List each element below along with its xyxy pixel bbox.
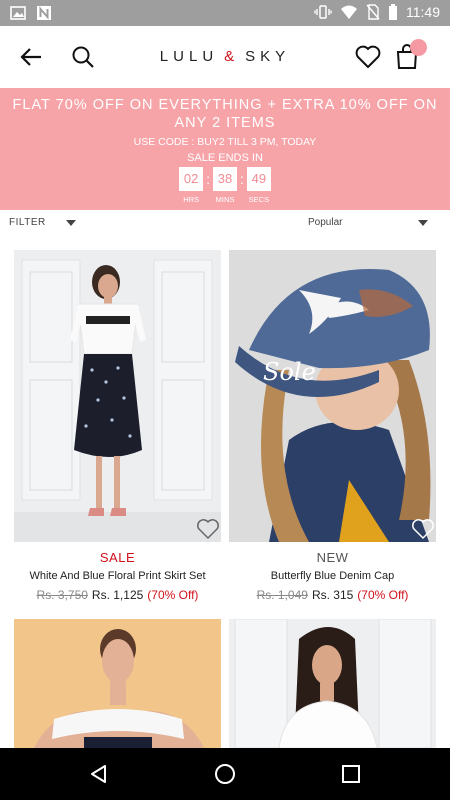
add-to-wishlist-heart-icon[interactable] (196, 518, 220, 540)
vibrate-icon (314, 4, 332, 20)
filter-button[interactable]: FILTER (9, 217, 46, 228)
timer-hours: 02 HRS (179, 167, 204, 204)
white-top-photo (229, 619, 436, 748)
product-sale-price: Rs. 315 (311, 588, 354, 602)
filter-dropdown-icon[interactable] (66, 220, 76, 226)
timer-seconds: 49 SECS (246, 167, 271, 204)
brand-name-left: LULU (159, 48, 219, 65)
floral-skirt-photo (14, 250, 221, 542)
promo-headline: FLAT 70% OFF ON EVERYTHING + EXTRA 10% O… (12, 97, 438, 131)
n-notification-icon (36, 5, 52, 21)
timer-seconds-label: SECS (248, 195, 270, 204)
image-icon (10, 5, 26, 21)
recents-square-icon[interactable] (339, 762, 363, 786)
cap-print-text: Sole (263, 358, 316, 386)
timer-hours-value: 02 (179, 167, 204, 191)
battery-icon (388, 4, 398, 20)
timer-minutes-value: 38 (213, 167, 237, 191)
timer-separator: : (240, 171, 244, 187)
sort-dropdown-icon[interactable] (418, 220, 428, 226)
wishlist-heart-icon[interactable] (353, 42, 383, 72)
product-sale-tag: SALE (99, 550, 136, 565)
brand-ampersand: & (224, 48, 240, 65)
clock: 11:49 (406, 4, 440, 20)
product-mrp: Rs. 3,750 (36, 588, 88, 602)
product-image[interactable] (14, 250, 221, 542)
product-image[interactable] (229, 619, 436, 748)
product-discount: (70% Off) (357, 588, 409, 602)
product-image[interactable]: Sole (229, 250, 436, 542)
countdown-timer: 02 HRS : 38 MINS : 49 SECS (0, 167, 450, 204)
sale-ends-label: SALE ENDS IN (187, 152, 263, 164)
denim-cap-photo: Sole (229, 250, 436, 542)
promo-code-line: USE CODE : BUY2 TILL 3 PM, TODAY (133, 136, 317, 148)
timer-minutes-label: MINS (215, 195, 235, 204)
product-discount: (70% Off) (147, 588, 199, 602)
no-sim-icon (366, 4, 380, 20)
timer-seconds-value: 49 (246, 167, 271, 191)
promo-banner[interactable]: FLAT 70% OFF ON EVERYTHING + EXTRA 10% O… (0, 88, 450, 210)
wifi-icon (340, 4, 358, 20)
product-name: Butterfly Blue Denim Cap (270, 570, 395, 582)
product-name: White And Blue Floral Print Skirt Set (29, 570, 206, 582)
product-new-tag: NEW (316, 550, 349, 565)
product-sale-price: Rs. 1,125 (91, 588, 144, 602)
product-price: Rs. 1,049 Rs. 315 (70% Off) (229, 588, 436, 602)
timer-minutes: 38 MINS (213, 167, 237, 204)
brand-name-right: SKY (245, 48, 291, 65)
product-mrp: Rs. 1,049 (256, 588, 308, 602)
back-triangle-icon[interactable] (87, 762, 111, 786)
product-price: Rs. 3,750 Rs. 1,125 (70% Off) (14, 588, 221, 602)
home-circle-icon[interactable] (213, 762, 237, 786)
add-to-wishlist-heart-icon[interactable] (411, 518, 435, 540)
product-image[interactable] (14, 619, 221, 748)
product-info[interactable]: SALE White And Blue Floral Print Skirt S… (14, 550, 221, 602)
timer-hours-label: HRS (183, 195, 200, 204)
sort-dropdown[interactable]: Popular (308, 217, 342, 228)
status-bar: 11:49 (0, 0, 450, 26)
cart-count-badge[interactable] (410, 39, 427, 56)
timer-separator: : (206, 171, 210, 187)
system-navigation-bar (0, 748, 450, 800)
product-info[interactable]: NEW Butterfly Blue Denim Cap Rs. 1,049 Rs… (229, 550, 436, 602)
app-header: LULU & SKY (0, 26, 450, 88)
off-shoulder-top-photo (14, 619, 221, 748)
filter-sort-bar: FILTER Popular (0, 210, 450, 236)
